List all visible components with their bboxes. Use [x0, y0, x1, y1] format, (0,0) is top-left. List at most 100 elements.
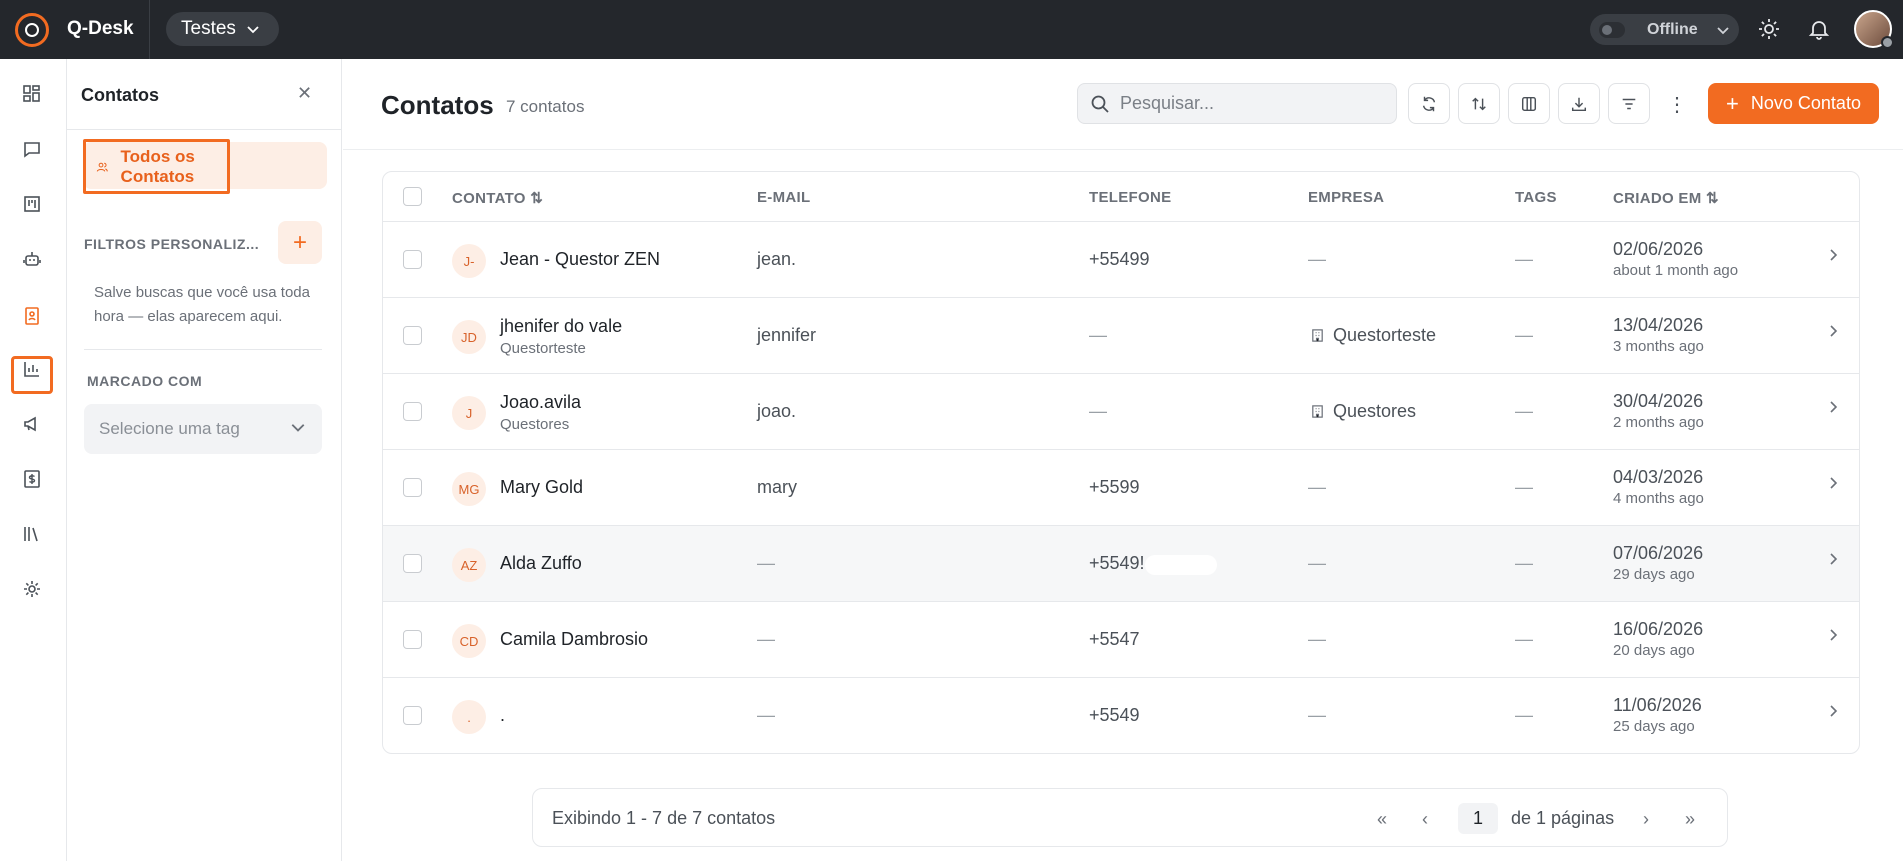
contact-email: — — [757, 705, 775, 725]
first-page-icon[interactable]: « — [1370, 807, 1394, 831]
row-checkbox[interactable] — [403, 554, 422, 573]
workspace-selector[interactable]: Testes — [166, 12, 279, 46]
table-row[interactable]: J- Jean - Questor ZEN jean. +55499 — — 0… — [383, 222, 1859, 298]
campaigns-icon[interactable] — [20, 412, 44, 436]
theme-toggle-icon[interactable] — [1757, 17, 1781, 41]
pagination-summary: Exibindo 1 - 7 de 7 contatos — [552, 808, 776, 828]
filter-icon — [1622, 98, 1636, 109]
export-button[interactable] — [1558, 83, 1600, 124]
contacts-icon[interactable] — [20, 304, 44, 328]
billing-icon[interactable] — [20, 467, 44, 491]
table-row[interactable]: . . — +5549 — — 11/06/2026 25 days ago — [383, 678, 1859, 753]
contact-company: — — [1308, 249, 1326, 269]
row-checkbox[interactable] — [403, 478, 422, 497]
contact-tags: — — [1515, 325, 1533, 345]
contact-name[interactable]: Jean - Questor ZEN — [500, 249, 660, 270]
column-created[interactable]: CRIADO EM ⇅ — [1613, 189, 1719, 207]
search-input[interactable] — [1120, 93, 1380, 114]
row-checkbox[interactable] — [403, 706, 422, 725]
created-ago: 2 months ago — [1613, 414, 1704, 431]
contact-name[interactable]: Joao.avila — [500, 392, 581, 413]
redaction-mask — [1145, 555, 1217, 575]
chevron-down-icon — [1717, 26, 1729, 34]
chevron-right-icon[interactable] — [1826, 248, 1840, 262]
kanban-icon[interactable] — [20, 192, 44, 216]
chevron-right-icon[interactable] — [1826, 324, 1840, 338]
table-row[interactable]: MG Mary Gold mary +5599 — — 04/03/2026 4… — [383, 450, 1859, 526]
chevron-right-icon[interactable] — [1826, 400, 1840, 414]
row-checkbox[interactable] — [403, 250, 422, 269]
created-date: 04/03/2026 — [1613, 467, 1704, 487]
last-page-icon[interactable]: » — [1678, 807, 1702, 831]
row-checkbox[interactable] — [403, 326, 422, 345]
new-contact-button[interactable]: + Novo Contato — [1708, 83, 1879, 124]
next-page-icon[interactable]: › — [1634, 807, 1658, 831]
table-row[interactable]: AZ Alda Zuffo — +5549! — — 07/06/2026 29… — [383, 526, 1859, 602]
close-icon[interactable]: ✕ — [297, 83, 312, 104]
column-phone: TELEFONE — [1089, 189, 1172, 206]
column-contact[interactable]: CONTATO ⇅ — [452, 189, 543, 207]
columns-icon — [1521, 96, 1537, 111]
contact-name[interactable]: jhenifer do vale — [500, 316, 622, 337]
contact-tags: — — [1515, 401, 1533, 421]
contact-email: jean. — [757, 249, 797, 269]
chevron-right-icon[interactable] — [1826, 552, 1840, 566]
contact-company: — — [1308, 705, 1326, 725]
sort-button[interactable] — [1458, 83, 1500, 124]
chevron-down-icon — [247, 26, 259, 34]
reports-icon[interactable] — [20, 357, 44, 381]
refresh-button[interactable] — [1408, 83, 1450, 124]
created-date: 02/06/2026 — [1613, 239, 1704, 259]
chat-icon[interactable] — [20, 137, 44, 161]
avatar: JD — [452, 320, 486, 354]
more-options-icon[interactable]: ⋮ — [1667, 92, 1687, 116]
app-logo-icon[interactable] — [15, 13, 49, 47]
contact-phone: +5549 — [1089, 705, 1140, 725]
columns-button[interactable] — [1508, 83, 1550, 124]
table-header: CONTATO ⇅ E-MAIL TELEFONE EMPRESA TAGS C… — [383, 172, 1859, 222]
add-filter-button[interactable]: + — [278, 221, 322, 264]
table-row[interactable]: CD Camila Dambrosio — +5547 — — 16/06/20… — [383, 602, 1859, 678]
table-row[interactable]: J Joao.avila Questores joao. — Questores… — [383, 374, 1859, 450]
created-date: 16/06/2026 — [1613, 619, 1704, 639]
dashboard-icon[interactable] — [20, 82, 44, 106]
bot-icon[interactable] — [20, 247, 44, 271]
row-checkbox[interactable] — [403, 402, 422, 421]
contact-name[interactable]: Camila Dambrosio — [500, 629, 648, 650]
search-box[interactable] — [1077, 83, 1397, 124]
avatar: AZ — [452, 548, 486, 582]
chevron-down-icon — [291, 424, 305, 432]
settings-icon[interactable] — [20, 577, 44, 601]
current-page[interactable]: 1 — [1458, 803, 1498, 834]
chevron-right-icon[interactable] — [1826, 476, 1840, 490]
contact-name[interactable]: . — [500, 705, 505, 726]
bell-icon[interactable] — [1807, 17, 1831, 41]
chevron-right-icon[interactable] — [1826, 704, 1840, 718]
search-icon — [1091, 95, 1109, 113]
status-toggle[interactable] — [1599, 21, 1625, 38]
contact-email: — — [757, 553, 775, 573]
contact-name[interactable]: Mary Gold — [500, 477, 583, 498]
library-icon[interactable] — [20, 522, 44, 546]
row-checkbox[interactable] — [403, 630, 422, 649]
contact-phone: — — [1089, 325, 1107, 345]
contact-email: jennifer — [757, 325, 817, 345]
created-date: 13/04/2026 — [1613, 315, 1704, 335]
contact-phone: +55499 — [1089, 249, 1150, 269]
status-selector[interactable]: Offline — [1590, 14, 1739, 45]
created-date: 11/06/2026 — [1613, 695, 1702, 715]
table-row[interactable]: JD jhenifer do vale Questorteste jennife… — [383, 298, 1859, 374]
sidebar-item-all-contacts[interactable]: Todos os Contatos — [83, 139, 230, 194]
filter-button[interactable] — [1608, 83, 1650, 124]
previous-page-icon[interactable]: ‹ — [1413, 807, 1437, 831]
icon-rail — [0, 59, 67, 861]
chevron-right-icon[interactable] — [1826, 628, 1840, 642]
download-icon — [1571, 97, 1587, 111]
contact-name[interactable]: Alda Zuffo — [500, 553, 582, 574]
created-ago: 20 days ago — [1613, 642, 1695, 659]
select-all-checkbox[interactable] — [403, 187, 422, 206]
column-email: E-MAIL — [757, 189, 811, 206]
total-pages: de 1 páginas — [1511, 808, 1615, 828]
tag-select[interactable]: Selecione uma tag — [84, 404, 322, 454]
contact-tags: — — [1515, 629, 1533, 649]
